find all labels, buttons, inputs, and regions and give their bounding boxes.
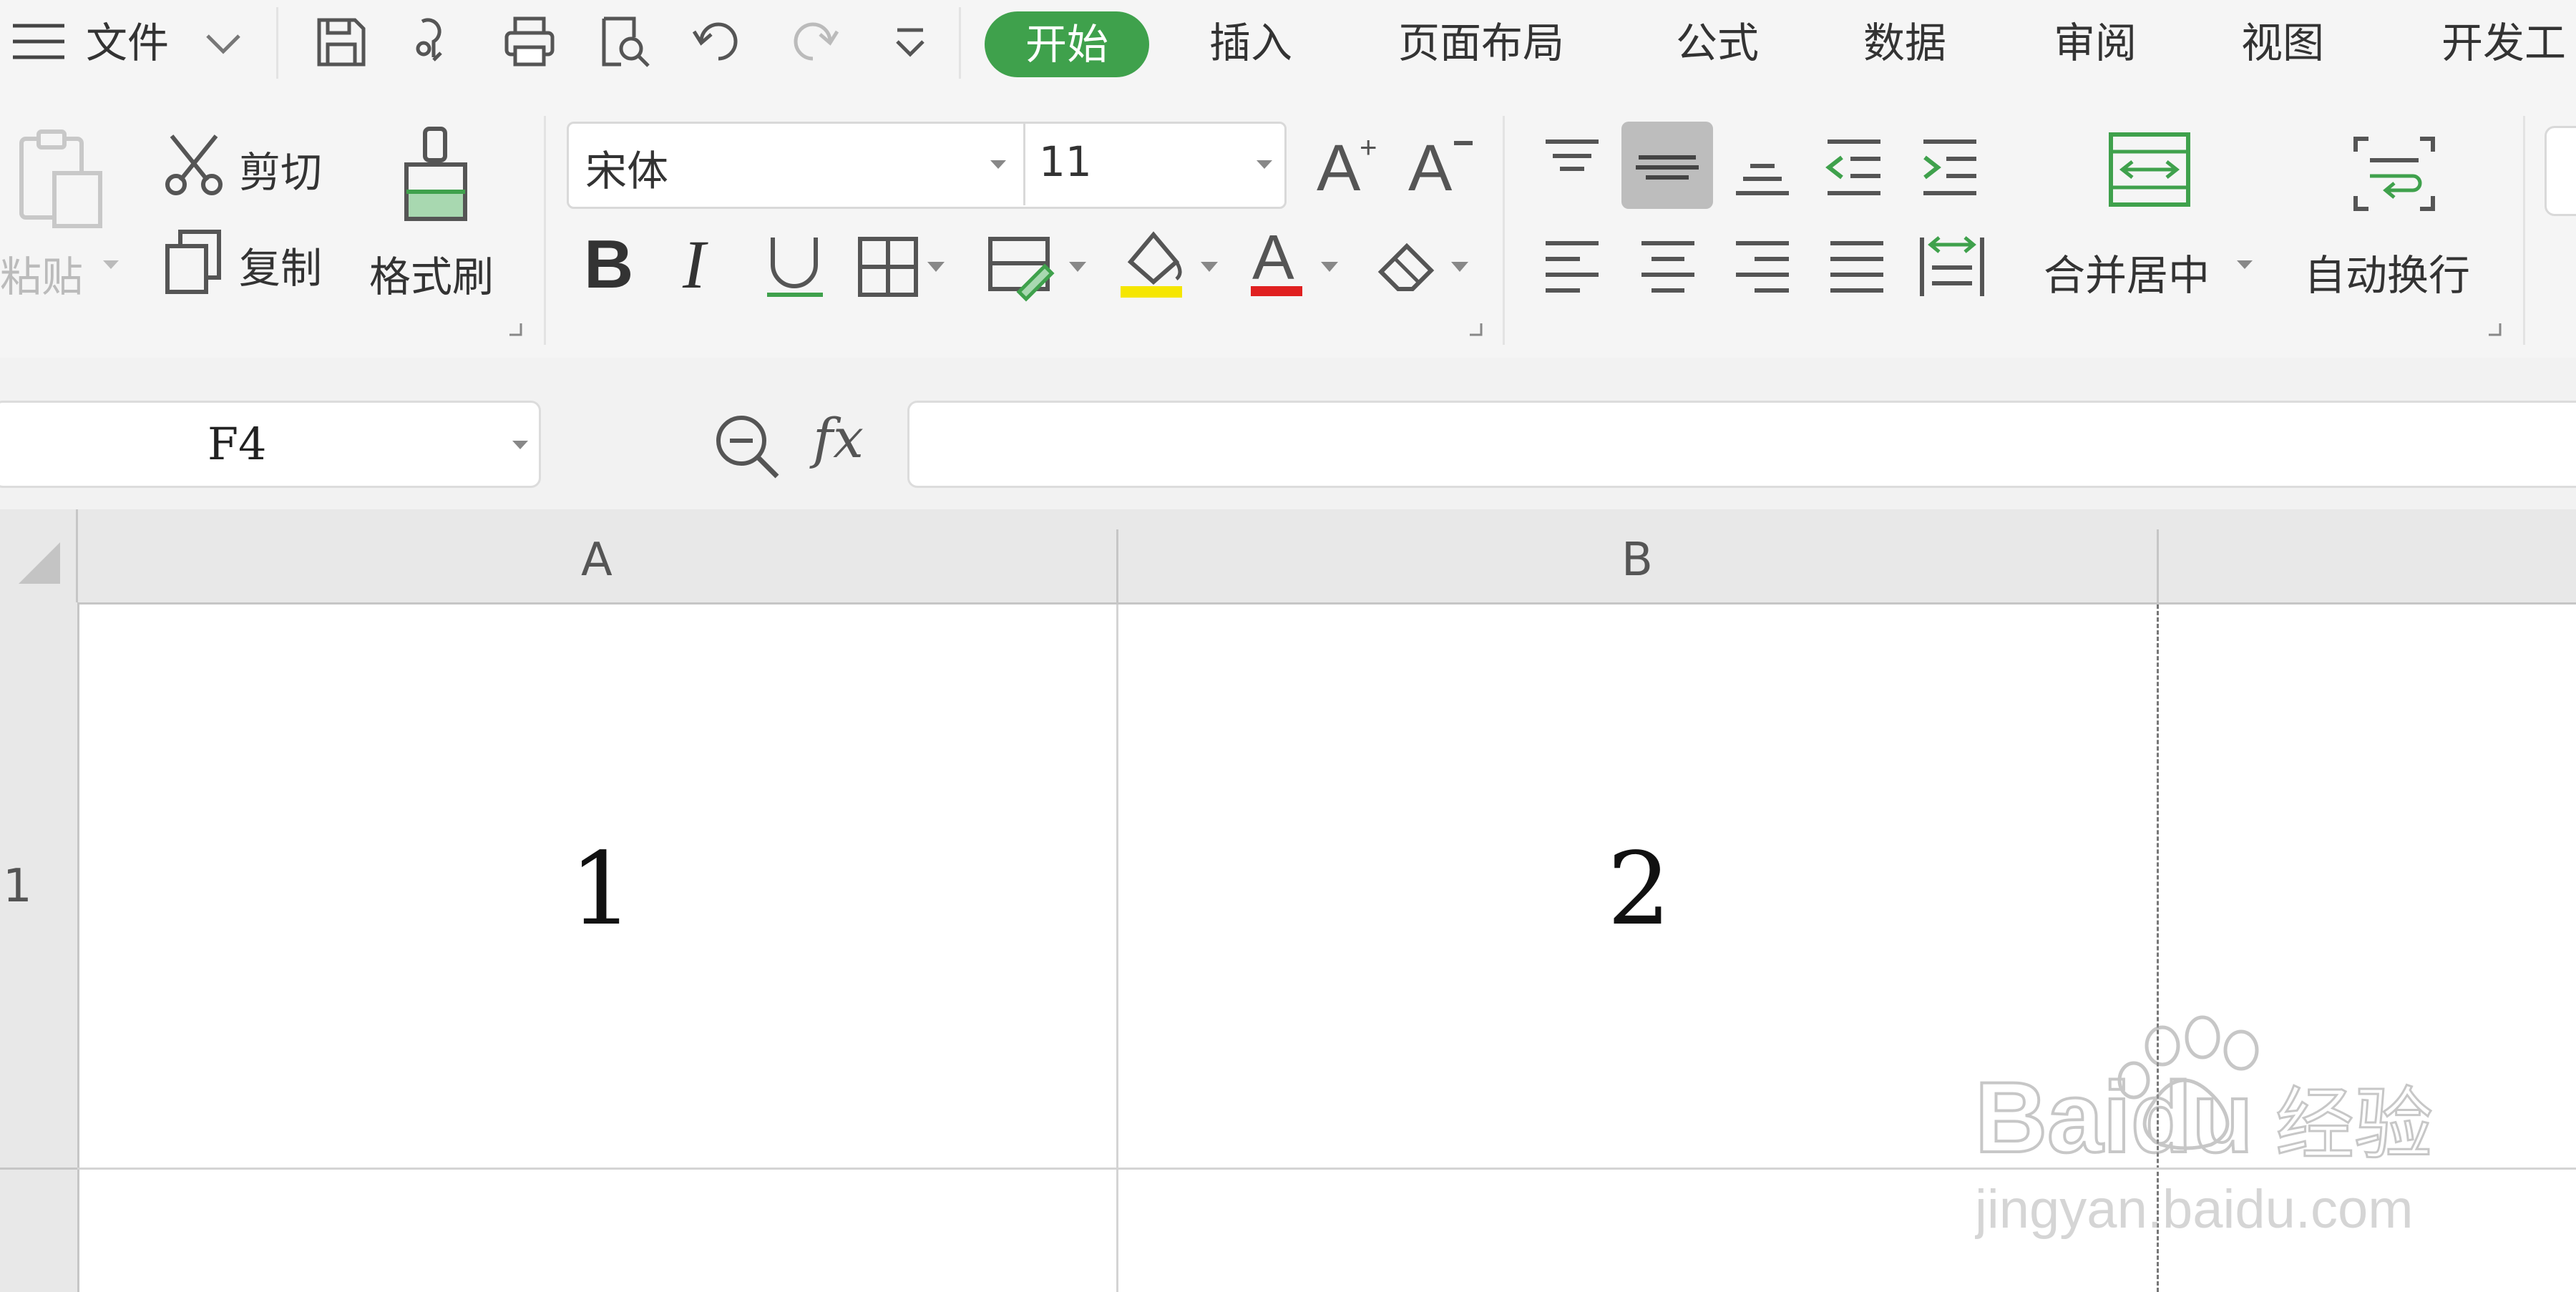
format-painter-icon[interactable] [406,13,464,70]
svg-text:+: + [1360,130,1377,164]
watermark-url: jingyan.baidu.com [1975,1179,2414,1240]
file-menu[interactable]: 文件 [86,16,169,70]
row-header-1[interactable]: 1 [3,860,32,913]
format-painter-label[interactable]: 格式刷 [369,243,494,303]
svg-text:A: A [1408,132,1453,200]
decrease-indent-icon[interactable] [1822,136,1886,200]
customize-icon[interactable] [882,13,939,70]
title-tab-bar: 文件 开始 插入 页面布局 公式 数据 审阅 视图 开发工 [0,0,2576,87]
align-bottom-icon[interactable] [1730,143,1795,200]
formula-input[interactable] [907,401,2576,488]
undo-icon[interactable] [690,13,747,70]
tab-data[interactable]: 数据 [1863,16,1946,70]
print-preview-icon[interactable] [595,13,653,70]
tab-developer[interactable]: 开发工 [2441,16,2566,70]
svg-text:A: A [1317,132,1361,200]
menu-icon[interactable] [10,20,67,63]
chevron-down-icon[interactable] [987,157,1009,172]
fill-color-icon[interactable] [1116,223,1224,302]
wrap-text-button[interactable]: 自动换行 [2304,242,2470,302]
italic-icon[interactable]: I [675,227,733,299]
underline-icon[interactable] [763,227,827,299]
tab-insert[interactable]: 插入 [1209,16,1292,70]
paste-dropdown-icon[interactable] [100,258,122,272]
dialog-launcher-icon[interactable] [2486,320,2503,338]
align-right-icon[interactable] [1730,238,1795,302]
svg-text:B: B [584,227,633,299]
align-left-icon[interactable] [1540,238,1604,302]
next-group-button[interactable] [2545,126,2576,216]
font-name-value: 宋体 [585,147,669,195]
distributed-align-icon[interactable] [1916,230,1988,302]
copy-button[interactable]: 复制 [239,235,322,295]
font-name-select[interactable] [567,122,1287,209]
column-header-bar [0,509,2576,605]
watermark-brand-cn: 经验 [2275,1079,2433,1170]
borders-icon[interactable] [856,235,949,299]
format-brush-icon[interactable] [396,124,475,225]
row-header-bar [0,602,79,1292]
print-icon[interactable] [501,13,558,70]
tab-view[interactable]: 视图 [2241,16,2324,70]
watermark-brand: Baidu [1975,1061,2253,1173]
ribbon: 粘贴 剪切 复制 格式刷 宋体 11 A + A B I A 合并居中 自动换行 [0,87,2576,359]
paste-label[interactable]: 粘贴 [0,243,83,303]
dialog-launcher-icon[interactable] [1467,320,1484,338]
font-size-value[interactable]: 11 [1039,137,1092,186]
cell-style-icon[interactable] [986,232,1093,303]
tab-formulas[interactable]: 公式 [1676,16,1759,70]
wrap-text-icon[interactable] [2351,134,2437,213]
svg-text:I: I [682,227,708,299]
name-box[interactable] [0,401,541,488]
justify-icon[interactable] [1825,238,1889,302]
tab-review[interactable]: 审阅 [2054,16,2137,70]
font-color-icon[interactable]: A [1246,223,1354,302]
merge-center-button[interactable]: 合并居中 [2044,242,2210,302]
dialog-launcher-icon[interactable] [507,320,524,338]
paste-icon[interactable] [14,129,107,229]
column-header-b[interactable]: B [1621,534,1653,587]
save-icon[interactable] [312,13,369,70]
cell-a1-value: 1 [570,831,634,948]
bold-icon[interactable]: B [581,227,645,299]
eraser-icon[interactable] [1374,230,1481,302]
align-middle-button[interactable] [1621,122,1713,209]
tab-page-layout[interactable]: 页面布局 [1398,16,1564,70]
zoom-icon[interactable] [713,412,781,484]
redo-icon[interactable] [784,13,841,70]
select-all-icon[interactable] [14,538,64,591]
increase-indent-icon[interactable] [1918,136,1982,200]
cell-b1-value: 2 [1607,831,1672,948]
merge-center-icon[interactable] [2107,130,2192,209]
name-box-value: F4 [208,418,267,470]
name-box-dropdown-icon[interactable] [509,438,531,455]
increase-font-icon[interactable]: A + [1314,129,1385,200]
fx-icon[interactable]: fx [813,406,864,470]
tab-start[interactable]: 开始 [985,11,1149,77]
scissors-icon[interactable] [162,132,226,196]
formula-bar: F4 fx [0,358,2576,509]
baidu-watermark: Baidu 经验 jingyan.baidu.com [1974,1009,2447,1245]
column-header-a[interactable]: A [581,534,613,587]
merge-dropdown-icon[interactable] [2234,258,2255,272]
chevron-down-icon[interactable] [203,29,243,57]
cut-button[interactable]: 剪切 [239,139,322,199]
decrease-font-icon[interactable]: A [1405,129,1477,200]
align-center-icon[interactable] [1636,238,1700,302]
copy-icon[interactable] [162,227,226,296]
chevron-down-icon[interactable] [1254,157,1275,172]
align-top-icon[interactable] [1540,136,1604,193]
svg-text:A: A [1252,223,1294,293]
